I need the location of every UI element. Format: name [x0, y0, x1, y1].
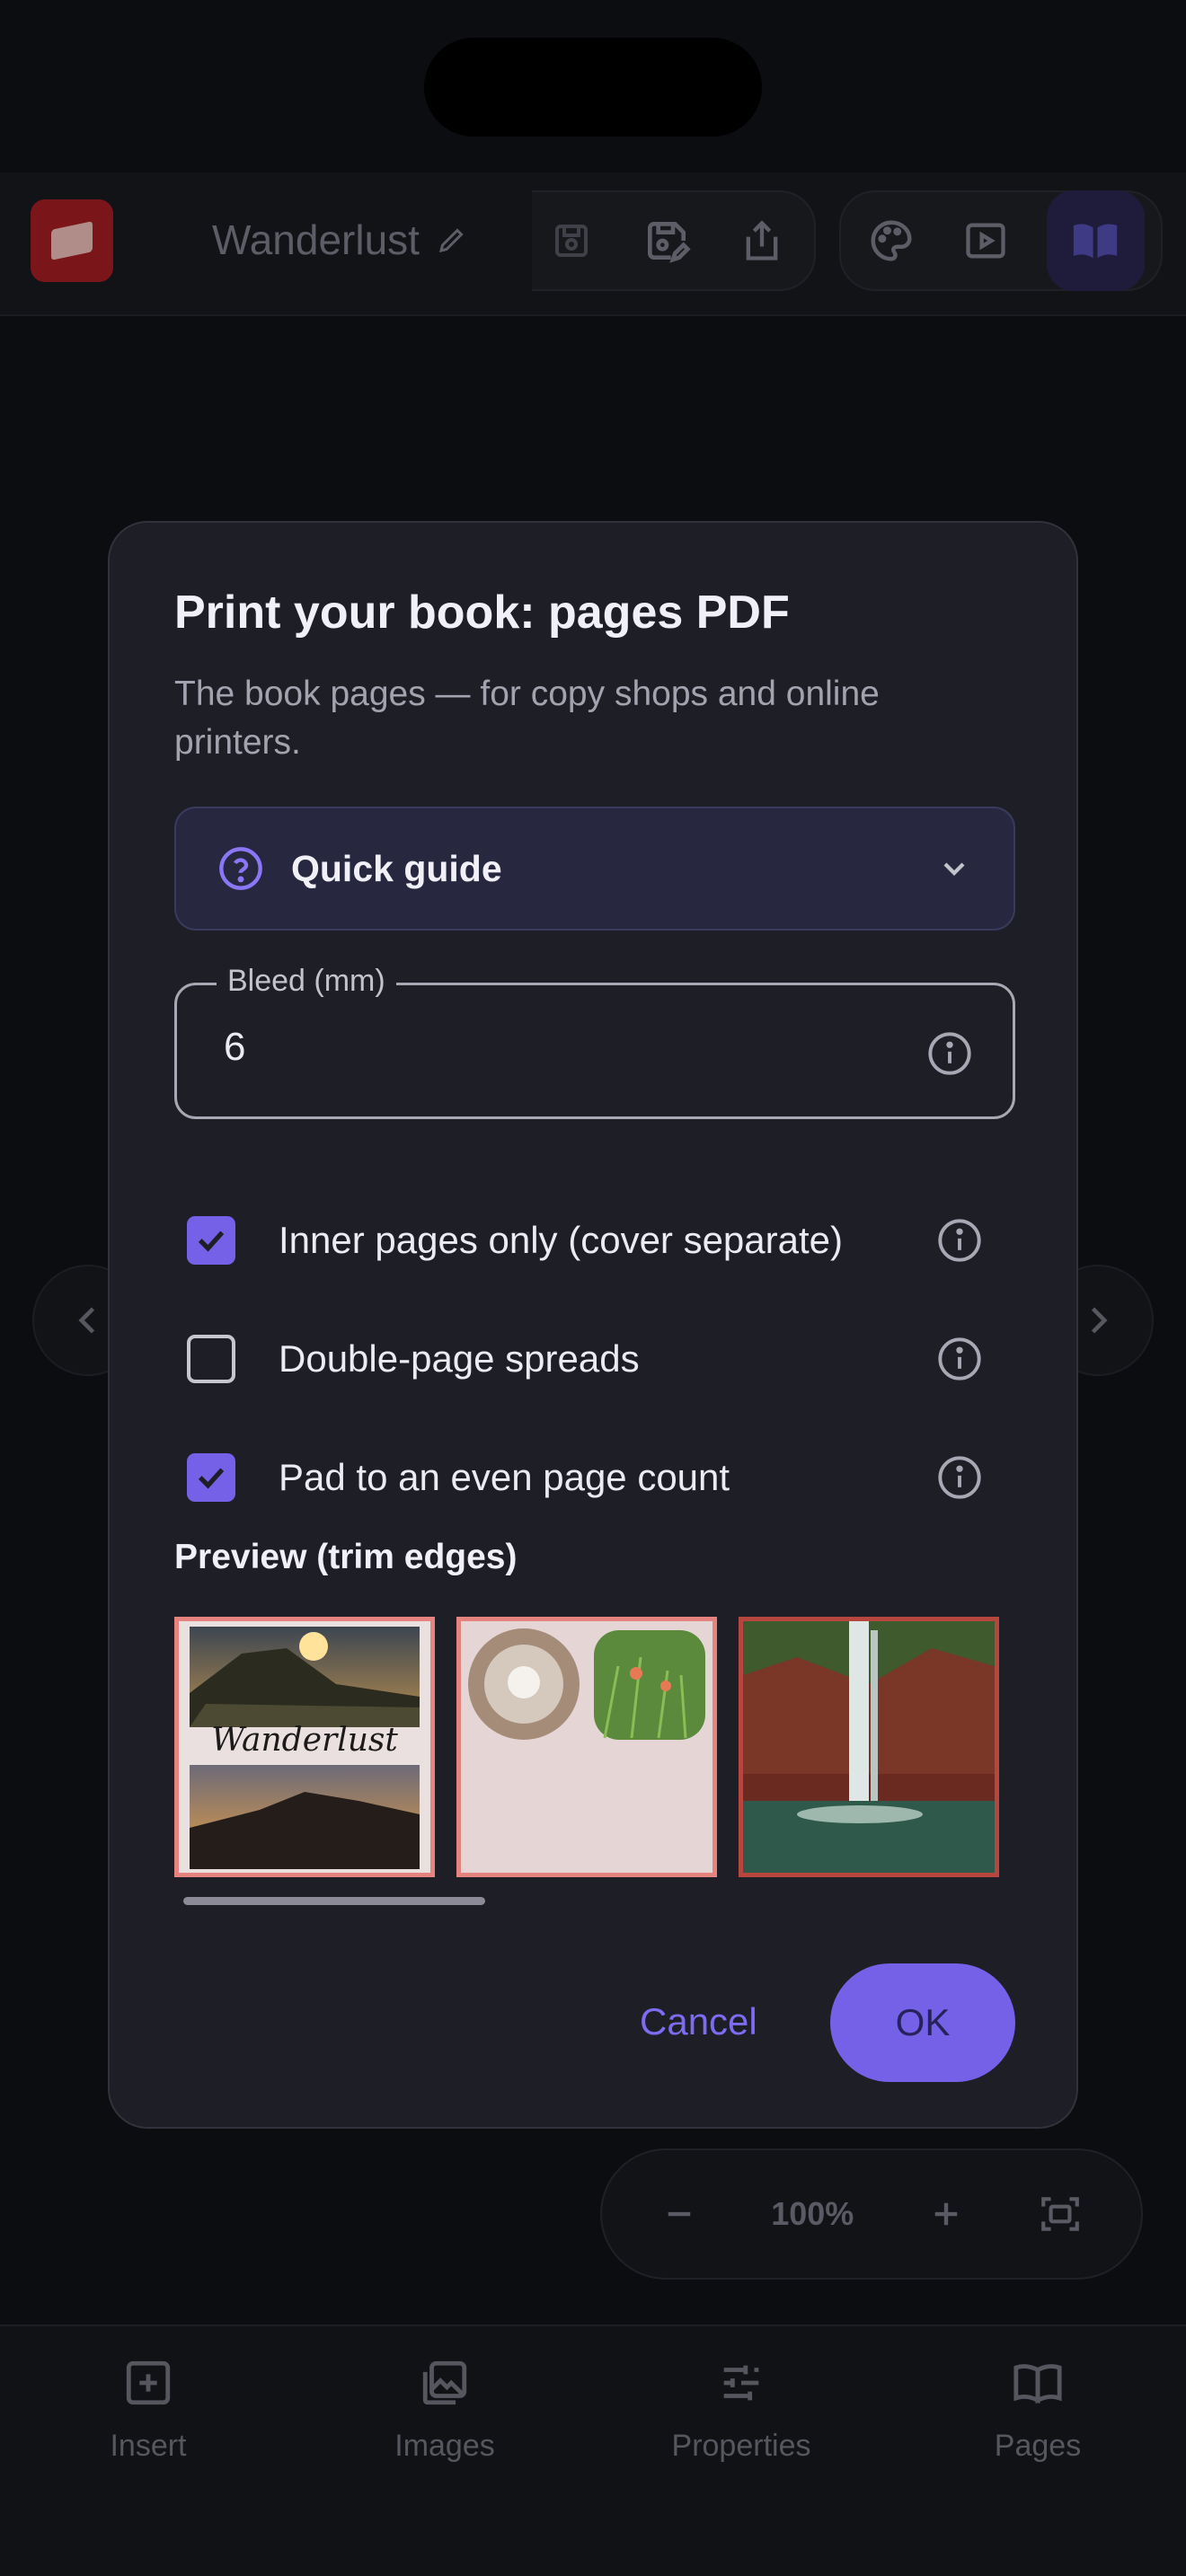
book-title[interactable]: Wanderlust [212, 216, 468, 264]
preview-page-1: Wanderlust [174, 1617, 435, 1877]
dialog-subtitle: The book pages — for copy shops and onli… [174, 675, 880, 762]
play-icon [966, 223, 1005, 259]
chevron-left-icon [78, 1307, 95, 1334]
pad-even-checkbox[interactable] [187, 1453, 235, 1502]
save-icon [555, 225, 588, 257]
nav-pages[interactable]: Pages [921, 2357, 1155, 2576]
sliders-icon [723, 2365, 759, 2401]
cover-landscape-image: Wanderlust [190, 1627, 420, 1869]
zoom-out-icon[interactable] [660, 2195, 698, 2233]
zoom-controls: 100% [600, 2148, 1143, 2280]
plus-square-icon [126, 2360, 171, 2405]
option-inner-pages-only[interactable]: Inner pages only (cover separate) [174, 1200, 1015, 1281]
preview-scrollbar[interactable] [183, 1897, 485, 1905]
preview-page-2 [456, 1617, 717, 1877]
page-photos-image [468, 1628, 705, 1740]
nav-properties-label: Properties [671, 2429, 811, 2463]
print-pages-dialog: Print your book: pages PDF The book page… [108, 521, 1078, 2129]
pencil-icon [438, 228, 464, 253]
cover-title-text: Wanderlust [211, 1722, 398, 1759]
images-icon [422, 2360, 467, 2405]
chevron-down-icon [943, 862, 965, 876]
info-icon[interactable] [936, 1217, 983, 1264]
book-title-text: Wanderlust [212, 216, 420, 263]
pad-even-label: Pad to an even page count [279, 1456, 730, 1498]
save-as-button[interactable] [633, 207, 701, 275]
book-view-button[interactable] [1046, 190, 1145, 291]
book-open-icon [1013, 2364, 1062, 2404]
nav-images-label: Images [394, 2429, 495, 2463]
nav-insert[interactable]: Insert [31, 2357, 265, 2576]
chevron-right-icon [1091, 1307, 1108, 1334]
inner-pages-label: Inner pages only (cover separate) [279, 1219, 844, 1261]
help-circle-icon [219, 847, 262, 890]
bottom-navigation: Insert Images Properties Pages [0, 2325, 1186, 2576]
nav-pages-label: Pages [994, 2429, 1082, 2463]
share-icon [746, 220, 778, 260]
theme-button[interactable] [857, 207, 925, 275]
bleed-input[interactable] [224, 1025, 853, 1070]
save-edit-icon [648, 222, 691, 263]
preview-title: Preview (trim edges) [174, 1538, 518, 1576]
double-page-label: Double-page spreads [279, 1337, 640, 1380]
device-notch [424, 38, 762, 137]
zoom-in-icon[interactable] [927, 2195, 965, 2233]
waterfall-image [743, 1621, 995, 1873]
fit-screen-icon[interactable] [1038, 2192, 1083, 2236]
option-pad-even-count[interactable]: Pad to an even page count [174, 1437, 1015, 1518]
top-toolbar: Wanderlust [0, 172, 1186, 316]
double-page-checkbox[interactable] [187, 1335, 235, 1383]
file-tools-group [532, 190, 816, 291]
ok-button[interactable]: OK [830, 1963, 1015, 2082]
preview-page-3 [739, 1617, 999, 1877]
info-icon[interactable] [936, 1454, 983, 1501]
cancel-button[interactable]: Cancel [640, 2000, 757, 2043]
info-icon[interactable] [936, 1336, 983, 1382]
checkmark-icon [198, 1468, 225, 1489]
bleed-label: Bleed (mm) [217, 964, 396, 999]
checkmark-icon [198, 1231, 225, 1252]
app-logo[interactable] [31, 199, 113, 282]
nav-properties[interactable]: Properties [624, 2357, 858, 2576]
zoom-level: 100% [771, 2195, 854, 2232]
present-button[interactable] [951, 207, 1019, 275]
inner-pages-checkbox[interactable] [187, 1216, 235, 1265]
info-icon[interactable] [926, 1030, 973, 1077]
nav-images[interactable]: Images [328, 2357, 562, 2576]
view-tools-group [839, 190, 1163, 291]
bleed-field: Bleed (mm) [174, 964, 1015, 1119]
share-button[interactable] [728, 207, 796, 275]
preview-thumbnails[interactable]: Wanderlust [174, 1617, 1015, 1877]
palette-icon [871, 220, 912, 261]
nav-insert-label: Insert [110, 2429, 187, 2463]
option-double-page-spreads[interactable]: Double-page spreads [174, 1319, 1015, 1399]
save-button[interactable] [537, 207, 606, 275]
quick-guide-accordion[interactable]: Quick guide [174, 807, 1015, 931]
dialog-title: Print your book: pages PDF [174, 587, 790, 639]
quick-guide-label: Quick guide [291, 847, 502, 889]
book-icon [1074, 224, 1118, 259]
